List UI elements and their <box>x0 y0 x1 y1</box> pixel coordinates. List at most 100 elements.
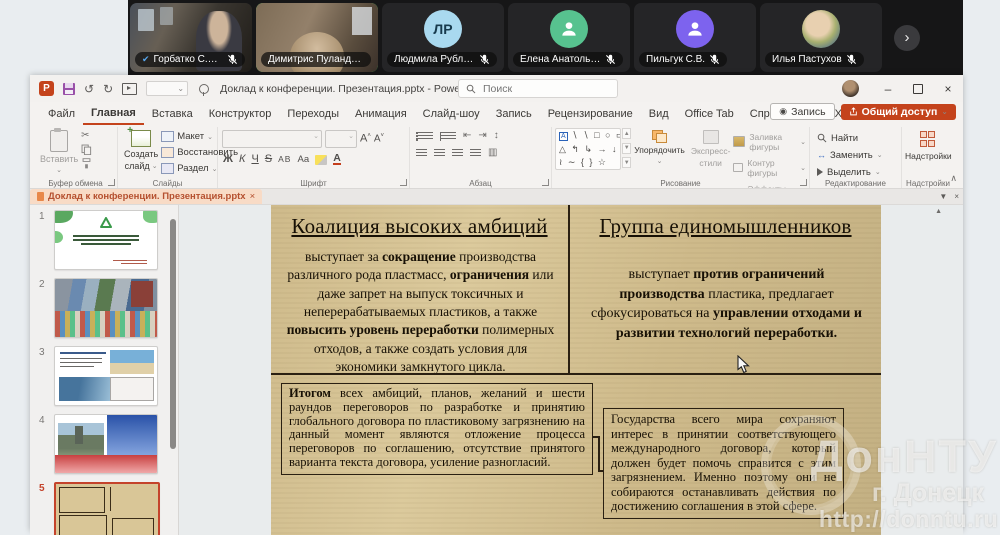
increase-indent-icon[interactable]: ⇥ <box>478 131 486 141</box>
undo-icon[interactable]: ↺ <box>84 83 94 95</box>
collapse-ribbon-button[interactable]: ∧ <box>950 173 957 184</box>
shape-fill-button[interactable]: Заливка фигуры⌄ <box>733 130 806 153</box>
justify-icon[interactable] <box>470 149 481 158</box>
close-button[interactable]: × <box>933 75 963 102</box>
new-slide-button[interactable]: Создать слайд⌄ <box>121 128 161 177</box>
shapes-gallery-scroll[interactable]: ▲ ▼ ▼ <box>621 128 631 168</box>
slide-thumbnail-2[interactable] <box>54 278 158 338</box>
participant-tile[interactable]: Илья Пастухов <box>760 3 882 72</box>
editing-group-label: Редактирование <box>810 179 901 188</box>
tab-office-tab[interactable]: Office Tab <box>677 102 742 125</box>
quick-styles-button[interactable]: Экспресс- стили <box>688 128 734 177</box>
participant-tile[interactable]: ЛР Людмила Рублева <box>382 3 504 72</box>
participant-tile[interactable]: ✔ Горбатко С.В. Дон... <box>130 3 252 72</box>
share-button[interactable]: Общий доступ ⌄ <box>841 104 956 120</box>
tab-review[interactable]: Рецензирование <box>540 102 641 125</box>
numbering-icon[interactable] <box>440 132 456 141</box>
decrease-indent-icon[interactable]: ⇤ <box>463 131 471 141</box>
tab-design[interactable]: Конструктор <box>201 102 280 125</box>
maximize-button[interactable] <box>903 75 933 102</box>
shapes-scroll-down-icon[interactable]: ▼ <box>622 143 631 154</box>
shape-outline-button[interactable]: Контур фигуры⌄ <box>733 156 806 179</box>
align-center-icon[interactable] <box>434 149 445 158</box>
thumbnail-scrollbar[interactable] <box>170 219 176 449</box>
pin-icon[interactable] <box>199 84 209 94</box>
increase-font-icon[interactable]: А˄ <box>360 133 371 145</box>
slide-thumbnail-1[interactable] <box>54 210 158 270</box>
drawing-dialog-launcher[interactable] <box>800 179 807 186</box>
participant-tile-active-speaker[interactable]: Димитрис Пуланджак... <box>256 3 378 72</box>
slide-thumbnail-panel: 1 2 3 <box>30 205 179 535</box>
tab-animations[interactable]: Анимация <box>347 102 415 125</box>
find-button[interactable]: Найти <box>817 131 898 145</box>
minimize-button[interactable]: – <box>873 75 903 102</box>
left-column-paragraph: выступает за сокращение производства раз… <box>283 248 558 377</box>
shapes-more-icon[interactable]: ▼ <box>622 157 631 168</box>
outlook-box[interactable]: Государства всего мира сохраняют интерес… <box>603 408 844 519</box>
line-spacing-icon[interactable]: ↕ <box>494 131 499 141</box>
clipboard-dialog-launcher[interactable] <box>108 179 115 186</box>
underline-button[interactable]: Ч <box>251 154 258 165</box>
right-column[interactable]: Группа единомышленников выступает против… <box>570 205 881 373</box>
slide-thumbnail-5-selected[interactable] <box>54 482 160 535</box>
tab-transitions[interactable]: Переходы <box>279 102 347 125</box>
paste-label: Вставить <box>40 154 78 164</box>
addins-button[interactable]: Надстройки <box>905 131 951 162</box>
font-size-combo[interactable] <box>325 130 357 148</box>
tab-bar-close-icon[interactable]: × <box>954 192 959 201</box>
select-button[interactable]: Выделить ⌄ <box>817 165 898 179</box>
slide-canvas[interactable]: ▲ Коалиция высоких амбиций выступает за … <box>179 205 963 535</box>
summary-box[interactable]: Итогом всех амбиций, планов, желаний и ш… <box>281 383 593 475</box>
slide-thumbnail-4[interactable] <box>54 414 158 474</box>
font-name-combo[interactable] <box>222 130 322 148</box>
align-left-icon[interactable] <box>416 149 427 158</box>
save-icon[interactable] <box>63 83 75 95</box>
redo-icon[interactable]: ↻ <box>103 83 113 95</box>
tab-record[interactable]: Запись <box>488 102 540 125</box>
highlight-color-icon[interactable] <box>315 155 327 165</box>
participant-tile[interactable]: Елена Анатольевна <box>508 3 630 72</box>
tab-slideshow[interactable]: Слайд-шоу <box>415 102 488 125</box>
paragraph-dialog-launcher[interactable] <box>542 179 549 186</box>
search-input[interactable] <box>481 82 595 96</box>
italic-button[interactable]: К <box>239 154 245 165</box>
document-tab[interactable]: Доклад к конференции. Презентация.pptx × <box>30 189 262 204</box>
account-avatar[interactable] <box>842 80 859 97</box>
format-painter-icon[interactable] <box>81 158 92 169</box>
left-column[interactable]: Коалиция высоких амбиций выступает за со… <box>271 205 570 373</box>
tab-file[interactable]: Файл <box>40 102 83 125</box>
chevron-down-icon: ⌄ <box>212 165 218 173</box>
bullets-icon[interactable] <box>416 132 433 141</box>
change-case-button[interactable]: Аа <box>297 155 309 165</box>
char-spacing-button[interactable]: АВ <box>278 155 291 164</box>
slide-thumbnail-3[interactable] <box>54 346 158 406</box>
start-slideshow-icon[interactable] <box>122 83 137 95</box>
replace-button[interactable]: ↔ Заменить ⌄ <box>817 148 898 162</box>
shapes-gallery[interactable]: A ∖ ∖ □ ○ ▭ △ ↰ ↳ → ↓ ▱ ≀ ∼ { } ☆ <box>555 128 621 170</box>
addins-label: Надстройки <box>905 151 952 161</box>
align-right-icon[interactable] <box>452 149 463 158</box>
quick-access-dropdown[interactable]: ⌄ <box>146 81 188 96</box>
record-button[interactable]: ◉ Запись <box>770 103 834 120</box>
copy-icon[interactable] <box>81 144 92 155</box>
font-dialog-launcher[interactable] <box>400 179 407 186</box>
cut-icon[interactable]: ✂ <box>81 131 92 141</box>
tab-view[interactable]: Вид <box>641 102 677 125</box>
search-box[interactable] <box>458 79 618 98</box>
columns-icon[interactable]: ▥ <box>488 148 497 158</box>
arrange-button[interactable]: Упорядочить ⌄ <box>631 128 688 177</box>
next-participants-button[interactable]: › <box>894 25 920 51</box>
tab-home[interactable]: Главная <box>83 102 144 125</box>
shapes-scroll-up-icon[interactable]: ▲ <box>622 128 631 139</box>
tab-insert[interactable]: Вставка <box>144 102 201 125</box>
tab-list-menu-icon[interactable]: ▼ <box>939 192 947 201</box>
document-tab-close-icon[interactable]: × <box>250 191 256 202</box>
bold-button[interactable]: Ж <box>223 154 233 165</box>
current-slide[interactable]: Коалиция высоких амбиций выступает за со… <box>271 205 881 535</box>
font-color-icon[interactable]: А <box>333 154 341 165</box>
decrease-font-icon[interactable]: А˅ <box>374 133 384 144</box>
canvas-scroll-up-icon[interactable]: ▲ <box>935 208 942 215</box>
strikethrough-button[interactable]: S <box>265 154 272 165</box>
participant-tile[interactable]: Пильгук С.В. <box>634 3 756 72</box>
paste-button[interactable]: Вставить ⌄ <box>37 128 81 177</box>
